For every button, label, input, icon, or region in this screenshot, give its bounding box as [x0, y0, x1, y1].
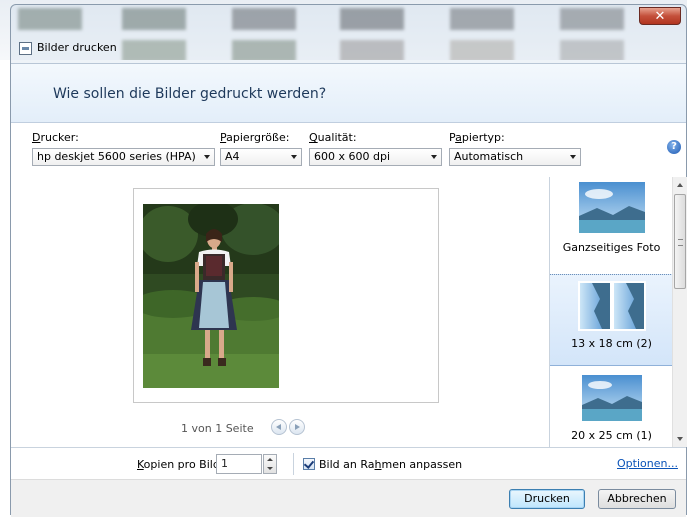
dialog-question: Wie sollen die Bilder gedruckt werden? — [53, 86, 327, 102]
printer-select-value: hp deskjet 5600 series (HPA) — [37, 150, 196, 163]
print-pictures-dialog: Bilder drucken ✕ Wie sollen die Bilder g… — [10, 4, 687, 517]
layout-item-full-page-photo[interactable]: Ganzseitiges Foto — [550, 177, 673, 269]
chevron-up-icon[interactable] — [267, 458, 273, 461]
paper-type-select[interactable]: Automatisch — [449, 148, 581, 166]
next-page-button[interactable] — [289, 419, 305, 435]
layout-label: 13 x 18 cm (2) — [571, 337, 652, 350]
full-page-photo-thumbnail — [579, 182, 645, 233]
layout-item-13x18[interactable]: 13 x 18 cm (2) — [550, 274, 673, 366]
quality-label: Qualität: — [309, 131, 357, 144]
paper-size-label: Papiergröße: — [220, 131, 290, 144]
paper-type-label: Papiertyp: — [449, 131, 505, 144]
scroll-down-icon[interactable] — [677, 437, 683, 441]
options-link[interactable]: Optionen... — [617, 457, 678, 470]
printer-label: Drucker: — [32, 131, 79, 144]
copies-stepper[interactable] — [263, 454, 277, 474]
layout-label: Ganzseitiges Foto — [562, 241, 661, 254]
print-options-row: Kopien pro Bild: 1 Bild an Rahmen anpass… — [11, 447, 686, 480]
scrollbar-thumb[interactable] — [674, 194, 686, 289]
preview-page — [133, 188, 439, 403]
close-button[interactable]: ✕ — [639, 7, 681, 25]
quality-select[interactable]: 600 x 600 dpi — [309, 148, 442, 166]
title-bar: Bilder drucken ✕ — [11, 5, 686, 63]
layout-label: 20 x 25 cm (1) — [571, 429, 652, 442]
fit-to-frame-checkbox[interactable] — [303, 458, 315, 470]
print-button[interactable]: Drucken — [509, 489, 585, 509]
layout-scrollbar[interactable] — [672, 177, 687, 447]
previous-page-button[interactable] — [271, 419, 287, 435]
print-settings-bar: Drucker: hp deskjet 5600 series (HPA) Pa… — [11, 123, 686, 178]
divider — [293, 453, 294, 475]
chevron-down-icon — [204, 155, 210, 159]
copies-input[interactable]: 1 — [216, 454, 262, 474]
paper-type-select-value: Automatisch — [454, 150, 524, 163]
cancel-button[interactable]: Abbrechen — [598, 489, 676, 509]
quality-select-value: 600 x 600 dpi — [314, 150, 391, 163]
chevron-down-icon — [291, 155, 297, 159]
checkmark-icon — [303, 458, 315, 469]
page-counter: 1 von 1 Seite — [181, 422, 254, 435]
photo-preview — [143, 204, 279, 388]
dialog-footer: Drucken Abbrechen — [11, 479, 686, 517]
20x25-thumbnail — [582, 375, 642, 421]
copies-label: Kopien pro Bild: — [137, 458, 224, 471]
help-icon[interactable]: ? — [667, 140, 681, 154]
layout-item-20x25[interactable]: 20 x 25 cm (1) — [550, 369, 673, 447]
chevron-down-icon — [431, 155, 437, 159]
layout-list: Ganzseitiges Foto 13 x 18 cm (2) 20 x 25… — [549, 177, 673, 447]
photo-woman-in-dirndl — [143, 204, 279, 388]
dialog-client-area: Wie sollen die Bilder gedruckt werden? D… — [11, 63, 687, 517]
grip-icon — [678, 239, 683, 246]
arrow-right-icon — [295, 424, 300, 430]
printer-icon — [19, 42, 32, 55]
print-preview-area: 1 von 1 Seite — [11, 177, 549, 447]
chevron-down-icon — [570, 155, 576, 159]
13x18-thumbnail — [578, 281, 646, 331]
chevron-down-icon[interactable] — [267, 467, 273, 470]
dialog-header: Wie sollen die Bilder gedruckt werden? — [11, 64, 686, 123]
printer-select[interactable]: hp deskjet 5600 series (HPA) — [32, 148, 215, 166]
paper-size-select-value: A4 — [225, 150, 240, 163]
window-title: Bilder drucken — [37, 41, 117, 54]
scroll-up-icon[interactable] — [677, 183, 683, 187]
paper-size-select[interactable]: A4 — [220, 148, 302, 166]
fit-to-frame-label[interactable]: Bild an Rahmen anpassen — [319, 458, 462, 471]
arrow-left-icon — [276, 424, 281, 430]
